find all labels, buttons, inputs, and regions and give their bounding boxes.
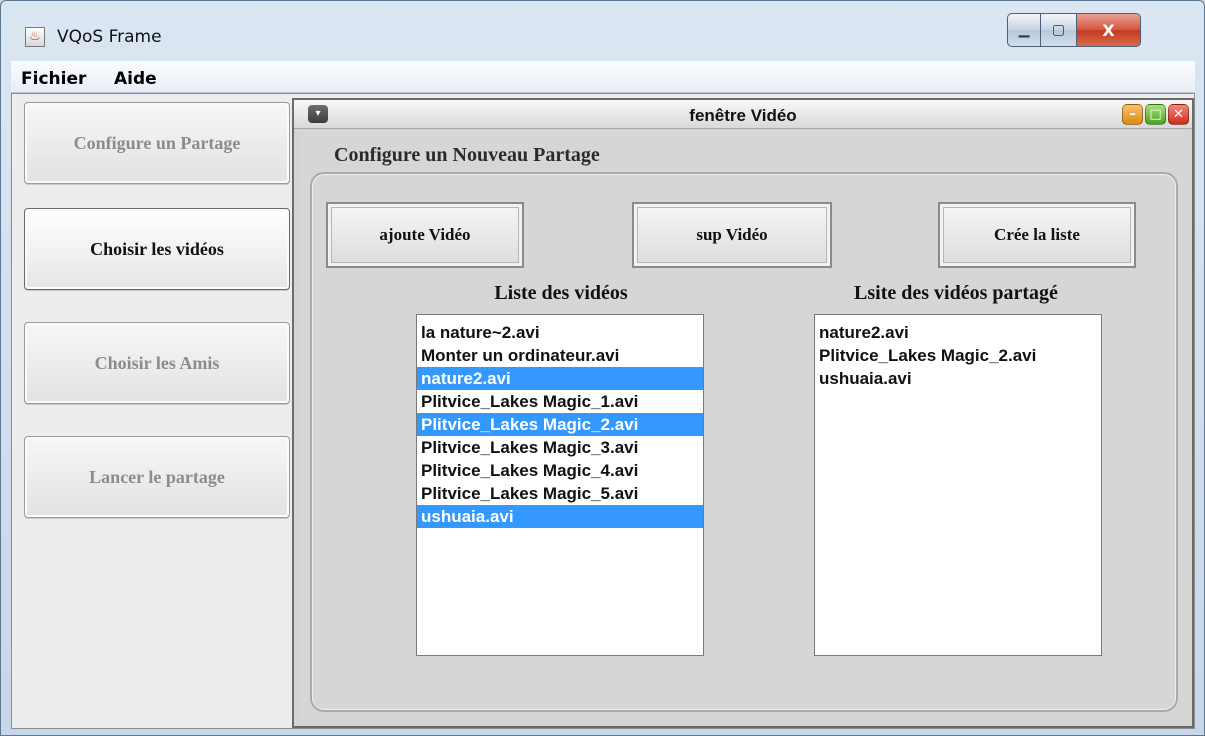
- video-list-item[interactable]: ushuaia.avi: [417, 505, 703, 528]
- shared-list-item[interactable]: Plitvice_Lakes Magic_2.avi: [815, 344, 1101, 367]
- internal-frame-titlebar[interactable]: ▾ fenêtre Vidéo – □ ✕: [294, 100, 1192, 129]
- window-close-button[interactable]: X: [1077, 13, 1141, 47]
- menu-bar: Fichier Aide: [11, 61, 1195, 93]
- frame-maximize-button[interactable]: □: [1145, 104, 1166, 125]
- window-caption-buttons: ▁ ▢ X: [1007, 13, 1141, 47]
- internal-frame-title: fenêtre Vidéo: [689, 106, 797, 125]
- lancer-partage-button[interactable]: Lancer le partage: [24, 436, 290, 518]
- menu-fichier[interactable]: Fichier: [21, 69, 86, 89]
- shared-list-heading: Lsite des vidéos partagé: [854, 282, 1058, 304]
- video-list-item[interactable]: Plitvice_Lakes Magic_4.avi: [417, 459, 703, 482]
- cree-liste-button[interactable]: Crée la liste: [938, 202, 1136, 268]
- video-list-heading: Liste des vidéos: [494, 282, 628, 304]
- window-titlebar[interactable]: ♨ VQoS Frame ▁ ▢ X: [1, 1, 1204, 59]
- internal-frame-controls: – □ ✕: [1122, 104, 1189, 125]
- shared-list-item[interactable]: ushuaia.avi: [815, 367, 1101, 390]
- java-cup-icon[interactable]: ♨: [25, 27, 45, 47]
- menu-aide[interactable]: Aide: [114, 69, 157, 89]
- choisir-videos-button[interactable]: Choisir les vidéos: [24, 208, 290, 290]
- video-list-item[interactable]: la nature~2.avi: [417, 321, 703, 344]
- video-list-item[interactable]: Plitvice_Lakes Magic_2.avi: [417, 413, 703, 436]
- video-list-item[interactable]: Plitvice_Lakes Magic_5.avi: [417, 482, 703, 505]
- frame-close-button[interactable]: ✕: [1168, 104, 1189, 125]
- internal-frame-content: Configure un Nouveau Partage ajoute Vidé…: [300, 130, 1186, 722]
- video-list-item[interactable]: Plitvice_Lakes Magic_1.avi: [417, 390, 703, 413]
- shared-list-item[interactable]: nature2.avi: [815, 321, 1101, 344]
- main-window: ♨ VQoS Frame ▁ ▢ X Fichier Aide Configur…: [0, 0, 1205, 736]
- choisir-amis-button[interactable]: Choisir les Amis: [24, 322, 290, 404]
- video-list[interactable]: la nature~2.avi Monter un ordinateur.avi…: [416, 314, 704, 656]
- shared-video-list[interactable]: nature2.avi Plitvice_Lakes Magic_2.avi u…: [814, 314, 1102, 656]
- sup-video-button[interactable]: sup Vidéo: [632, 202, 832, 268]
- configure-partage-button[interactable]: Configure un Partage: [24, 102, 290, 184]
- window-maximize-button[interactable]: ▢: [1041, 13, 1077, 47]
- video-list-item[interactable]: Plitvice_Lakes Magic_3.avi: [417, 436, 703, 459]
- client-area: Configure un Partage Choisir les vidéos …: [11, 93, 1195, 729]
- video-internal-frame: ▾ fenêtre Vidéo – □ ✕ Configure un Nouve…: [292, 98, 1194, 728]
- frame-minimize-button[interactable]: –: [1122, 104, 1143, 125]
- panel-title: Configure un Nouveau Partage: [334, 144, 600, 166]
- window-minimize-button[interactable]: ▁: [1007, 13, 1041, 47]
- window-title: VQoS Frame: [57, 27, 162, 47]
- ajoute-video-button[interactable]: ajoute Vidéo: [326, 202, 524, 268]
- video-list-item[interactable]: nature2.avi: [417, 367, 703, 390]
- video-list-item[interactable]: Monter un ordinateur.avi: [417, 344, 703, 367]
